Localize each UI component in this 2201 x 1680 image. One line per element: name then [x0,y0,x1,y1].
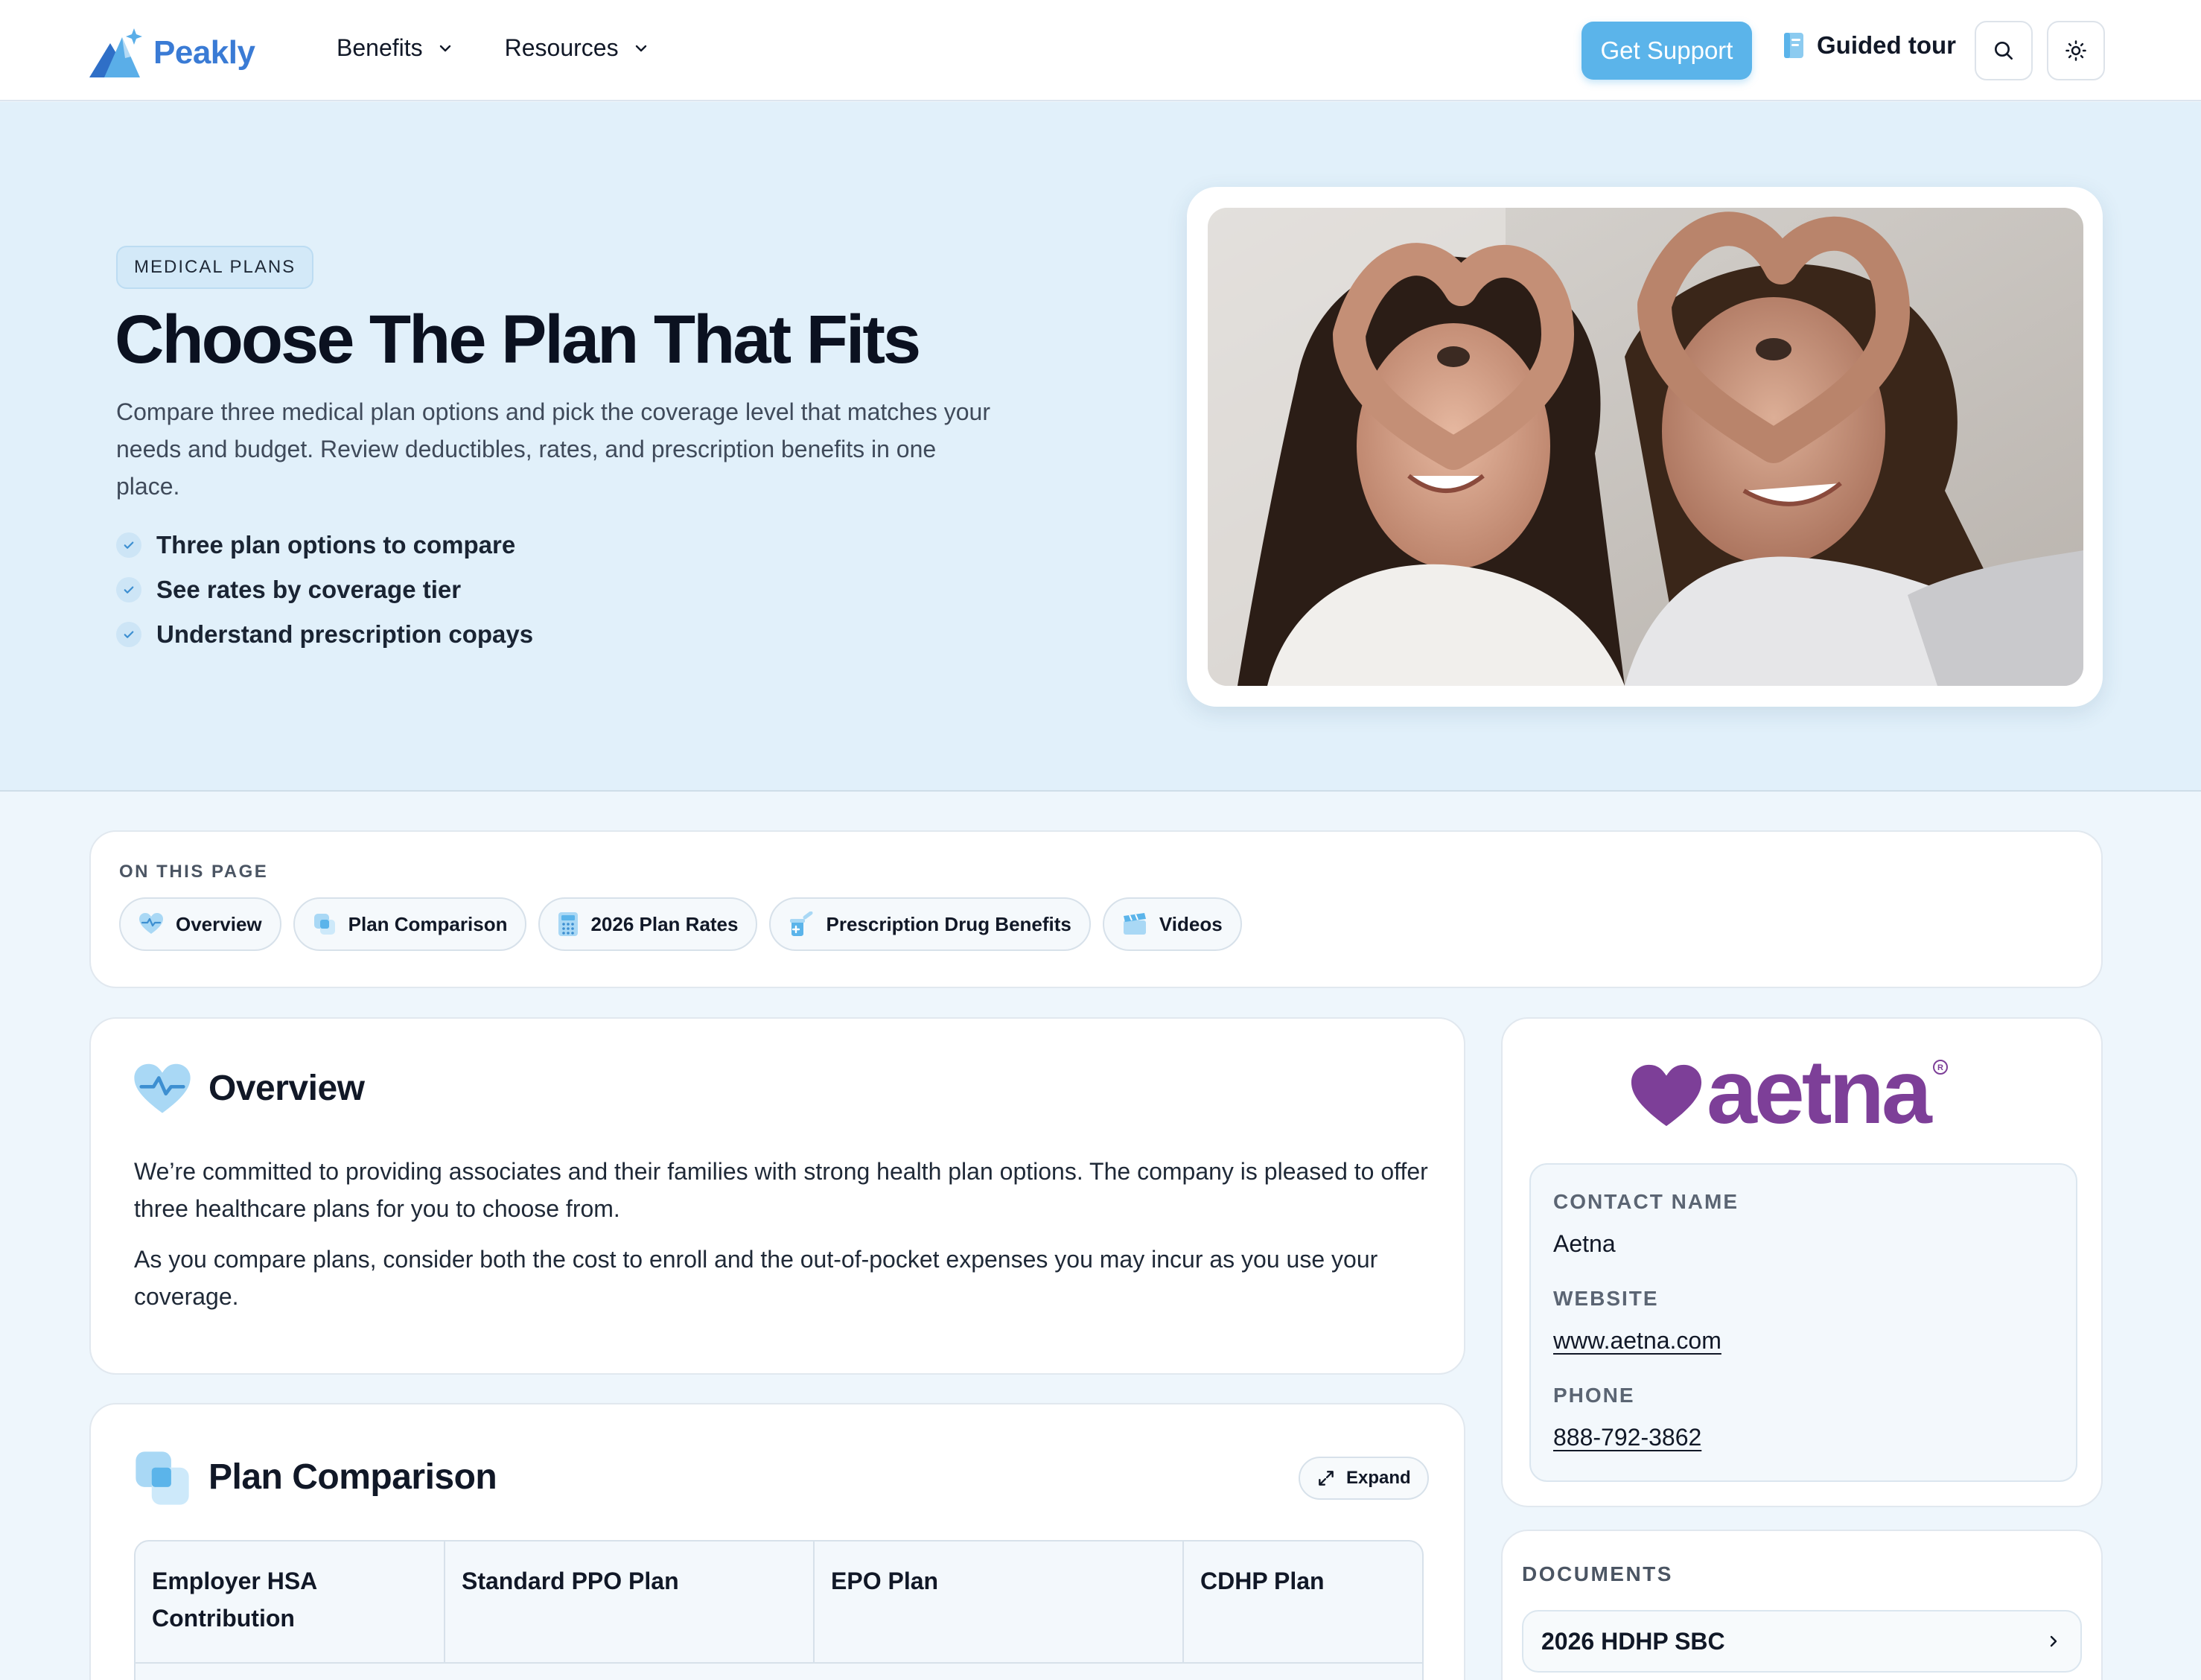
hero-photo-card [1187,187,2103,707]
check-icon [116,532,141,558]
website-label: WEBSITE [1553,1287,1659,1310]
expand-arrows-icon [1319,1471,1334,1486]
heart-pulse-icon [134,1063,191,1113]
documents-card: DOCUMENTS 2026 HDHP SBC [1501,1530,2103,1680]
peakly-mountain-icon [89,28,142,77]
aetna-heart-icon [1631,1064,1702,1127]
overview-paragraph: As you compare plans, consider both the … [134,1246,1378,1310]
layers-icon [313,914,335,935]
theme-toggle-button[interactable] [2047,21,2105,80]
layers-icon [136,1451,189,1505]
nav-resources-label: Resources [504,34,619,61]
bullet-item: Three plan options to compare [116,523,533,567]
hero-badge: MEDICAL PLANS [116,246,314,289]
phone-label: PHONE [1553,1384,1635,1407]
guide-book-icon [1784,33,1803,58]
bullet-text: Three plan options to compare [156,531,516,559]
sun-icon [2065,40,2086,61]
chevron-down-icon [439,45,450,51]
nav-benefits-label: Benefits [337,34,423,61]
chip-prescription[interactable]: Prescription Drug Benefits [769,897,1091,951]
logo-text: Peakly [153,34,255,71]
contact-name-value: Aetna [1553,1230,1616,1257]
overview-title: Overview [208,1069,365,1108]
column-header: CDHP Plan [1200,1568,1325,1594]
aetna-wordmark: aetna [1707,1041,1932,1142]
overview-paragraph: We’re committed to providing associates … [134,1158,1428,1222]
on-this-page-nav: ON THIS PAGE Overview Plan Comparison 20… [89,830,2103,988]
bullet-text: See rates by coverage tier [156,576,462,603]
chip-label: Plan Comparison [348,912,508,935]
bullet-item: Understand prescription copays [116,612,533,657]
plan-comparison-card: Plan Comparison Expand Employer HSA Cont… [89,1403,1465,1680]
plan-comparison-title: Plan Comparison [208,1457,497,1497]
chip-label: Overview [176,912,262,935]
chip-plan-rates[interactable]: 2026 Plan Rates [538,897,758,951]
main-nav: Benefits Resources [337,34,650,62]
chevron-down-icon [635,45,646,51]
check-icon [116,622,141,647]
table-divider [136,1662,1422,1664]
overview-card: Overview We’re committed to providing as… [89,1017,1465,1375]
website-link[interactable]: www.aetna.com [1553,1327,1721,1355]
bullet-text: Understand prescription copays [156,620,534,648]
family-photo-illustration [1208,208,2083,686]
carrier-contact-card: aetna R CONTACT NAME Aetna WEBSITE www.a… [1501,1017,2103,1507]
pill-bottle-icon [790,911,813,936]
hero-title: Choose The Plan That Fits [115,302,921,378]
clapperboard-icon [1123,913,1146,935]
guided-tour-button[interactable]: Guided tour [1781,31,1956,60]
column-header: EPO Plan [815,1541,1184,1664]
column-header: Standard PPO Plan [445,1541,815,1664]
top-header: Peakly Benefits Resources Get Support Gu… [0,0,2201,101]
document-title: 2026 HDHP SBC [1541,1627,1725,1655]
chip-plan-comparison[interactable]: Plan Comparison [293,897,527,951]
hero-subtitle: Compare three medical plan options and p… [116,398,990,500]
chip-label: 2026 Plan Rates [590,912,739,935]
peakly-logo[interactable]: Peakly [88,27,255,79]
check-icon [116,577,141,602]
registered-mark-icon: R [1932,1060,1948,1075]
chip-label: Videos [1159,912,1223,935]
document-item[interactable]: 2026 HDHP SBC [1522,1610,2082,1673]
chevron-right-icon [2050,1635,2057,1647]
search-icon [1995,42,2013,60]
chip-videos[interactable]: Videos [1102,897,1242,951]
nav-resources[interactable]: Resources [505,34,650,62]
on-this-page-label: ON THIS PAGE [119,862,269,882]
column-header: Employer HSA Contribution [136,1541,445,1664]
plan-comparison-table: Employer HSA Contribution Standard PPO P… [134,1540,1424,1680]
expand-button[interactable]: Expand [1299,1457,1429,1500]
hero-bullets: Three plan options to compare See rates … [116,523,533,657]
hero-photo [1208,208,2083,686]
aetna-logo: aetna R [1629,1041,1949,1142]
guided-tour-label: Guided tour [1817,31,1956,59]
contact-name-label: CONTACT NAME [1553,1190,1739,1213]
documents-label: DOCUMENTS [1522,1562,1673,1585]
get-support-button[interactable]: Get Support [1582,22,1752,80]
nav-benefits[interactable]: Benefits [337,34,454,62]
search-button[interactable] [1975,21,2033,80]
phone-link[interactable]: 888-792-3862 [1553,1424,1701,1451]
bullet-item: See rates by coverage tier [116,567,533,612]
calculator-icon [558,912,579,936]
chip-label: Prescription Drug Benefits [826,912,1071,935]
expand-label: Expand [1346,1468,1411,1488]
contact-details: CONTACT NAME Aetna WEBSITE www.aetna.com… [1529,1163,2077,1482]
svg-text:R: R [1937,1063,1943,1072]
heart-pulse-icon [139,913,163,934]
chip-overview[interactable]: Overview [119,897,281,951]
